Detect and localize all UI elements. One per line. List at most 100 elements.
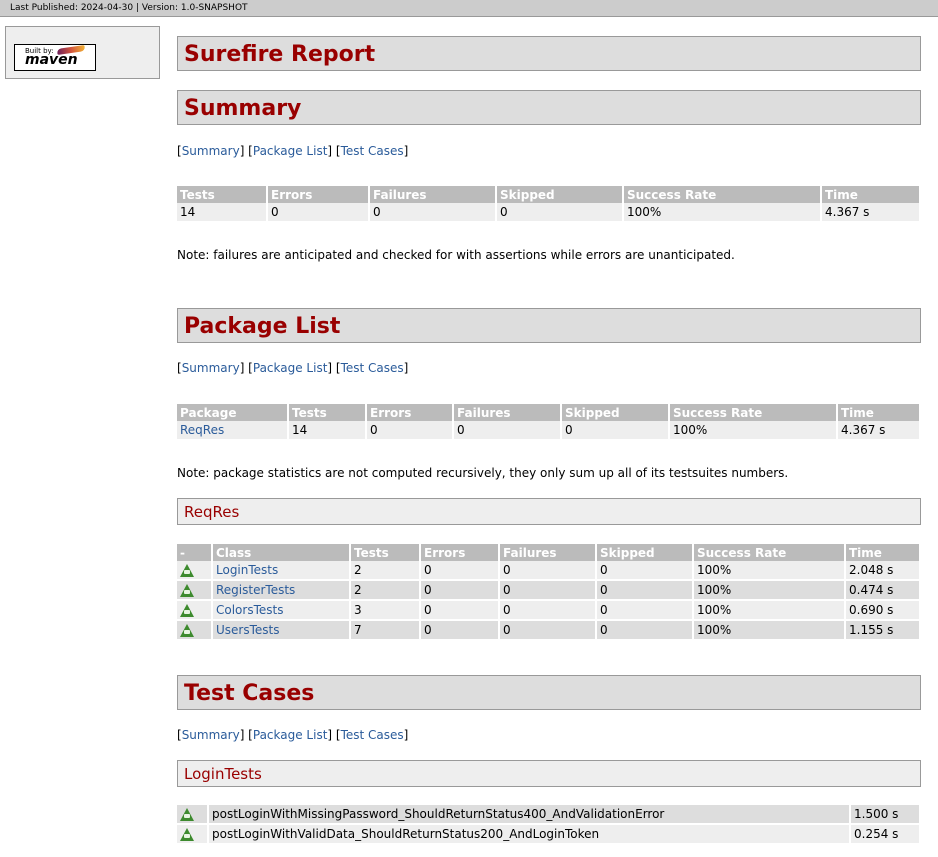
cell: 0 xyxy=(596,561,694,580)
col-header: Success Rate xyxy=(623,186,822,203)
success-icon xyxy=(180,828,194,841)
success-icon xyxy=(180,624,194,637)
cell: 0 xyxy=(499,561,597,580)
col-header: Tests xyxy=(288,404,367,421)
maven-logo-text: maven xyxy=(25,52,78,68)
reqres-class-table: - Class Tests Errors Failures Skipped Su… xyxy=(177,544,921,641)
col-header: Tests xyxy=(177,186,268,203)
col-header: Skipped xyxy=(596,544,694,561)
col-header: Time xyxy=(845,544,921,561)
test-case-time: 1.500 s xyxy=(850,805,921,824)
test-case-time: 0.254 s xyxy=(850,824,921,844)
cell: 0 xyxy=(420,600,500,620)
summary-heading: Summary xyxy=(177,90,921,125)
col-header: Failures xyxy=(499,544,597,561)
cell: 0 xyxy=(499,600,597,620)
class-link[interactable]: RegisterTests xyxy=(216,583,295,597)
login-tests-heading: LoginTests xyxy=(177,760,921,787)
cell: 0 xyxy=(499,620,597,640)
cell: 0 xyxy=(496,203,624,221)
test-cases-nav: [Summary] [Package List] [Test Cases] xyxy=(177,728,409,742)
col-header: Tests xyxy=(350,544,421,561)
summary-note: Note: failures are anticipated and check… xyxy=(177,248,735,262)
class-link[interactable]: ColorsTests xyxy=(216,603,283,617)
cell: 100% xyxy=(669,421,838,439)
table-row: postLoginWithValidData_ShouldReturnStatu… xyxy=(177,824,921,844)
page-title: Surefire Report xyxy=(177,36,921,71)
cell: 0 xyxy=(420,620,500,640)
summary-nav: [Summary] [Package List] [Test Cases] xyxy=(177,144,409,158)
cell: 0 xyxy=(366,421,454,439)
table-row: ColorsTests 3 0 0 0 100% 0.690 s xyxy=(177,600,921,620)
col-header: Errors xyxy=(366,404,454,421)
table-row: postLoginWithMissingPassword_ShouldRetur… xyxy=(177,805,921,824)
nav-package-list-link[interactable]: Package List xyxy=(253,144,328,158)
col-header: Errors xyxy=(267,186,370,203)
cell: 14 xyxy=(288,421,367,439)
package-note: Note: package statistics are not compute… xyxy=(177,466,789,480)
col-header: Errors xyxy=(420,544,500,561)
table-row: UsersTests 7 0 0 0 100% 1.155 s xyxy=(177,620,921,640)
reqres-heading: ReqRes xyxy=(177,498,921,525)
nav-test-cases-link[interactable]: Test Cases xyxy=(341,728,404,742)
published-info: Last Published: 2024-04-30 | Version: 1.… xyxy=(10,3,248,13)
nav-package-list-link[interactable]: Package List xyxy=(253,361,328,375)
success-icon xyxy=(180,808,194,821)
cell: 14 xyxy=(177,203,268,221)
nav-summary-link[interactable]: Summary xyxy=(182,144,240,158)
success-icon xyxy=(180,604,194,617)
nav-summary-link[interactable]: Summary xyxy=(182,361,240,375)
table-row: RegisterTests 2 0 0 0 100% 0.474 s xyxy=(177,580,921,600)
cell: 4.367 s xyxy=(821,203,921,221)
cell: 100% xyxy=(693,561,846,580)
cell: 0 xyxy=(420,580,500,600)
package-link-reqres[interactable]: ReqRes xyxy=(180,423,224,437)
cell: 4.367 s xyxy=(837,421,921,439)
top-banner: Last Published: 2024-04-30 | Version: 1.… xyxy=(0,0,938,17)
cell: 100% xyxy=(693,600,846,620)
cell: 0 xyxy=(420,561,500,580)
cell: 0.690 s xyxy=(845,600,921,620)
login-test-cases-table: postLoginWithMissingPassword_ShouldRetur… xyxy=(177,805,921,845)
col-header: Class xyxy=(212,544,351,561)
maven-logo[interactable]: Built by: maven xyxy=(14,44,96,71)
package-list-heading: Package List xyxy=(177,308,921,343)
col-header: Success Rate xyxy=(693,544,846,561)
col-header: Success Rate xyxy=(669,404,838,421)
test-case-name: postLoginWithMissingPassword_ShouldRetur… xyxy=(208,805,851,824)
nav-test-cases-link[interactable]: Test Cases xyxy=(341,144,404,158)
cell: 2.048 s xyxy=(845,561,921,580)
cell: 3 xyxy=(350,600,421,620)
cell: 0 xyxy=(369,203,497,221)
table-row: ReqRes 14 0 0 0 100% 4.367 s xyxy=(177,421,921,439)
package-table: Package Tests Errors Failures Skipped Su… xyxy=(177,404,921,439)
cell: 0 xyxy=(596,620,694,640)
col-header: Skipped xyxy=(561,404,670,421)
cell: 100% xyxy=(693,580,846,600)
nav-package-list-link[interactable]: Package List xyxy=(253,728,328,742)
cell: 100% xyxy=(623,203,822,221)
package-list-nav: [Summary] [Package List] [Test Cases] xyxy=(177,361,409,375)
cell: 7 xyxy=(350,620,421,640)
cell: 100% xyxy=(693,620,846,640)
cell: 0 xyxy=(561,421,670,439)
col-header: Time xyxy=(821,186,921,203)
class-link[interactable]: LoginTests xyxy=(216,563,278,577)
table-row: 14 0 0 0 100% 4.367 s xyxy=(177,203,921,221)
col-header: Failures xyxy=(369,186,497,203)
test-cases-heading: Test Cases xyxy=(177,675,921,710)
success-icon xyxy=(180,584,194,597)
col-header: Package xyxy=(177,404,289,421)
cell: 0.474 s xyxy=(845,580,921,600)
class-link[interactable]: UsersTests xyxy=(216,623,280,637)
cell: 2 xyxy=(350,580,421,600)
cell: 0 xyxy=(267,203,370,221)
col-header: - xyxy=(177,544,213,561)
cell: 0 xyxy=(499,580,597,600)
col-header: Skipped xyxy=(496,186,624,203)
nav-test-cases-link[interactable]: Test Cases xyxy=(341,361,404,375)
success-icon xyxy=(180,564,194,577)
cell: 2 xyxy=(350,561,421,580)
summary-table: Tests Errors Failures Skipped Success Ra… xyxy=(177,186,921,221)
nav-summary-link[interactable]: Summary xyxy=(182,728,240,742)
